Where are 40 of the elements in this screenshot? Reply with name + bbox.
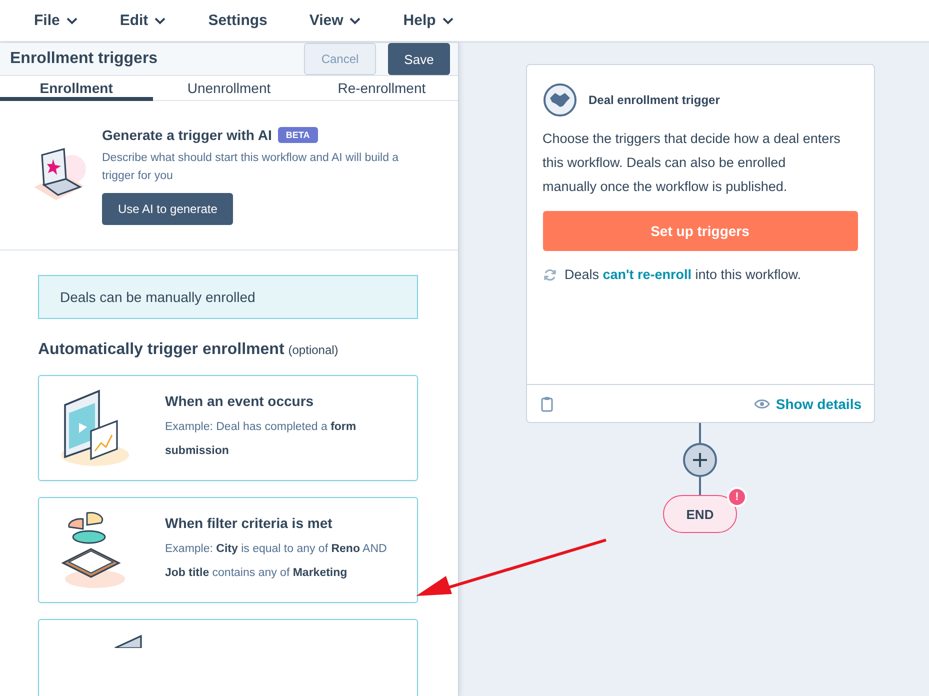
option-example: Example: City is equal to any of Reno AND Job title contains any of Marketing bbox=[165, 542, 388, 581]
end-node[interactable]: END bbox=[663, 495, 737, 533]
trigger-option-card[interactable]: When an event occurs Example: Deal has completed a form submission bbox=[38, 375, 418, 481]
beta-badge: BETA bbox=[278, 127, 318, 143]
tab[interactable]: Unenrollment bbox=[152, 76, 306, 101]
trigger-title: Deal enrollment trigger bbox=[588, 93, 720, 107]
reenroll-note: Deals can't re-enroll into this workflow. bbox=[564, 267, 802, 282]
alert-badge: ! bbox=[727, 487, 747, 507]
option-example: Example: Deal has completed a form submission bbox=[165, 420, 358, 459]
trigger-option-card[interactable]: When filter criteria is met Example: City is equal to any of Reno AND Job title contains any of Marketing bbox=[38, 497, 418, 603]
ai-heading: Generate a trigger with AI bbox=[102, 127, 272, 143]
option-title: When an event occurs bbox=[165, 393, 315, 409]
caret-icon bbox=[66, 16, 78, 24]
menu-item[interactable]: Help bbox=[393, 12, 464, 29]
ai-description: Describe what should start this workflow and AI will build a trigger for you bbox=[102, 151, 400, 184]
show-details-link[interactable]: Show details bbox=[754, 396, 862, 412]
refresh-icon bbox=[542, 268, 556, 282]
tab[interactable]: Re-enrollment bbox=[305, 76, 458, 101]
option-title: When filter criteria is met bbox=[165, 515, 334, 531]
menu-item[interactable]: Settings bbox=[198, 12, 278, 29]
menu-item[interactable]: View bbox=[299, 12, 372, 29]
add-step-button[interactable] bbox=[683, 443, 717, 477]
section-heading: Automatically trigger enrollment bbox=[38, 341, 284, 359]
clipboard-icon[interactable] bbox=[540, 396, 552, 412]
trigger-description: Choose the triggers that decide how a deal enters this workflow. Deals can also be enrolled manually once the workflow is published. bbox=[542, 130, 842, 196]
laptop-sparkle-icon bbox=[32, 147, 88, 203]
section-note: (optional) bbox=[288, 343, 338, 357]
info-banner: Deals can be manually enrolled bbox=[38, 275, 418, 319]
panel-title: Enrollment triggers bbox=[10, 50, 158, 68]
save-button[interactable]: Save bbox=[388, 43, 450, 75]
generate-button[interactable]: Use AI to generate bbox=[102, 193, 234, 225]
caret-icon bbox=[349, 16, 362, 24]
menu-item[interactable]: Edit bbox=[110, 12, 176, 29]
menu-item[interactable]: File bbox=[24, 12, 88, 29]
caret-icon bbox=[154, 16, 166, 24]
trigger-option-card[interactable] bbox=[38, 619, 418, 696]
caret-icon bbox=[442, 16, 454, 24]
tab[interactable]: Enrollment bbox=[0, 76, 153, 101]
reenroll-link[interactable]: can't re-enroll bbox=[602, 267, 692, 282]
eye-icon bbox=[754, 398, 770, 408]
